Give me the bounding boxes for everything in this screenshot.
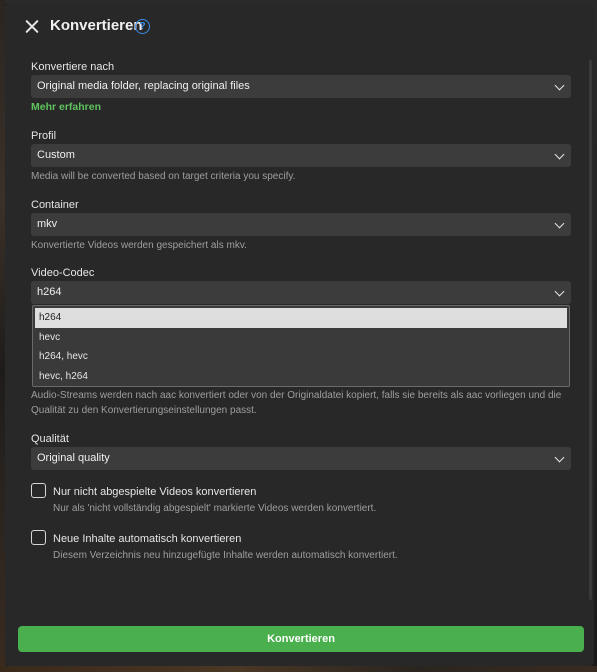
- container-label: Container: [31, 199, 79, 211]
- profile-select[interactable]: Custom: [31, 144, 571, 167]
- close-icon[interactable]: [22, 17, 42, 37]
- chevron-down-icon: [554, 286, 565, 297]
- container-select-value: mkv: [37, 218, 58, 230]
- video-codec-dropdown: h264 hevc h264, hevc hevc, h264: [32, 305, 570, 387]
- auto-convert-label: Neue Inhalte automatisch konvertieren: [53, 533, 242, 545]
- chevron-down-icon: [554, 218, 565, 229]
- codec-option-h264-hevc[interactable]: h264, hevc: [35, 347, 567, 367]
- auto-convert-help: Diesem Verzeichnis neu hinzugefügte Inha…: [53, 550, 398, 561]
- video-codec-label: Video-Codec: [31, 267, 95, 279]
- profile-help: Media will be converted based on target …: [31, 171, 296, 182]
- unwatched-checkbox[interactable]: [31, 483, 46, 498]
- unwatched-help: Nur als 'nicht vollständig abgespielt' m…: [53, 503, 377, 514]
- quality-label: Qualität: [31, 433, 69, 445]
- codec-option-hevc[interactable]: hevc: [35, 328, 567, 348]
- container-select[interactable]: mkv: [31, 213, 571, 236]
- background-bottom: [0, 666, 597, 672]
- target-select[interactable]: Original media folder, replacing origina…: [31, 75, 571, 98]
- target-select-value: Original media folder, replacing origina…: [37, 80, 250, 92]
- auto-convert-checkbox[interactable]: [31, 530, 46, 545]
- unwatched-label: Nur nicht abgespielte Videos konvertiere…: [53, 486, 257, 498]
- convert-dialog: Konvertieren ? Konvertiere nach Original…: [5, 4, 594, 666]
- quality-select[interactable]: Original quality: [31, 447, 571, 470]
- dialog-scrollbar[interactable]: [589, 60, 592, 600]
- quality-select-value: Original quality: [37, 452, 110, 464]
- codec-option-h264[interactable]: h264: [35, 308, 567, 328]
- dialog-header: Konvertieren ?: [5, 4, 594, 52]
- chevron-down-icon: [554, 149, 565, 160]
- target-label: Konvertiere nach: [31, 61, 115, 73]
- video-codec-select[interactable]: h264: [31, 281, 571, 304]
- codec-option-hevc-h264[interactable]: hevc, h264: [35, 367, 567, 387]
- profile-select-value: Custom: [37, 149, 75, 161]
- profile-label: Profil: [31, 130, 57, 142]
- audio-help: Audio-Streams werden nach aac konvertier…: [31, 390, 562, 416]
- chevron-down-icon: [554, 452, 565, 463]
- convert-button[interactable]: Konvertieren: [18, 626, 584, 652]
- dialog-title: Konvertieren: [50, 17, 143, 34]
- help-icon[interactable]: ?: [135, 19, 150, 34]
- container-help: Konvertierte Videos werden gespeichert a…: [31, 240, 247, 251]
- learn-more-link[interactable]: Mehr erfahren: [31, 101, 101, 113]
- chevron-down-icon: [554, 80, 565, 91]
- video-codec-select-value: h264: [37, 286, 62, 298]
